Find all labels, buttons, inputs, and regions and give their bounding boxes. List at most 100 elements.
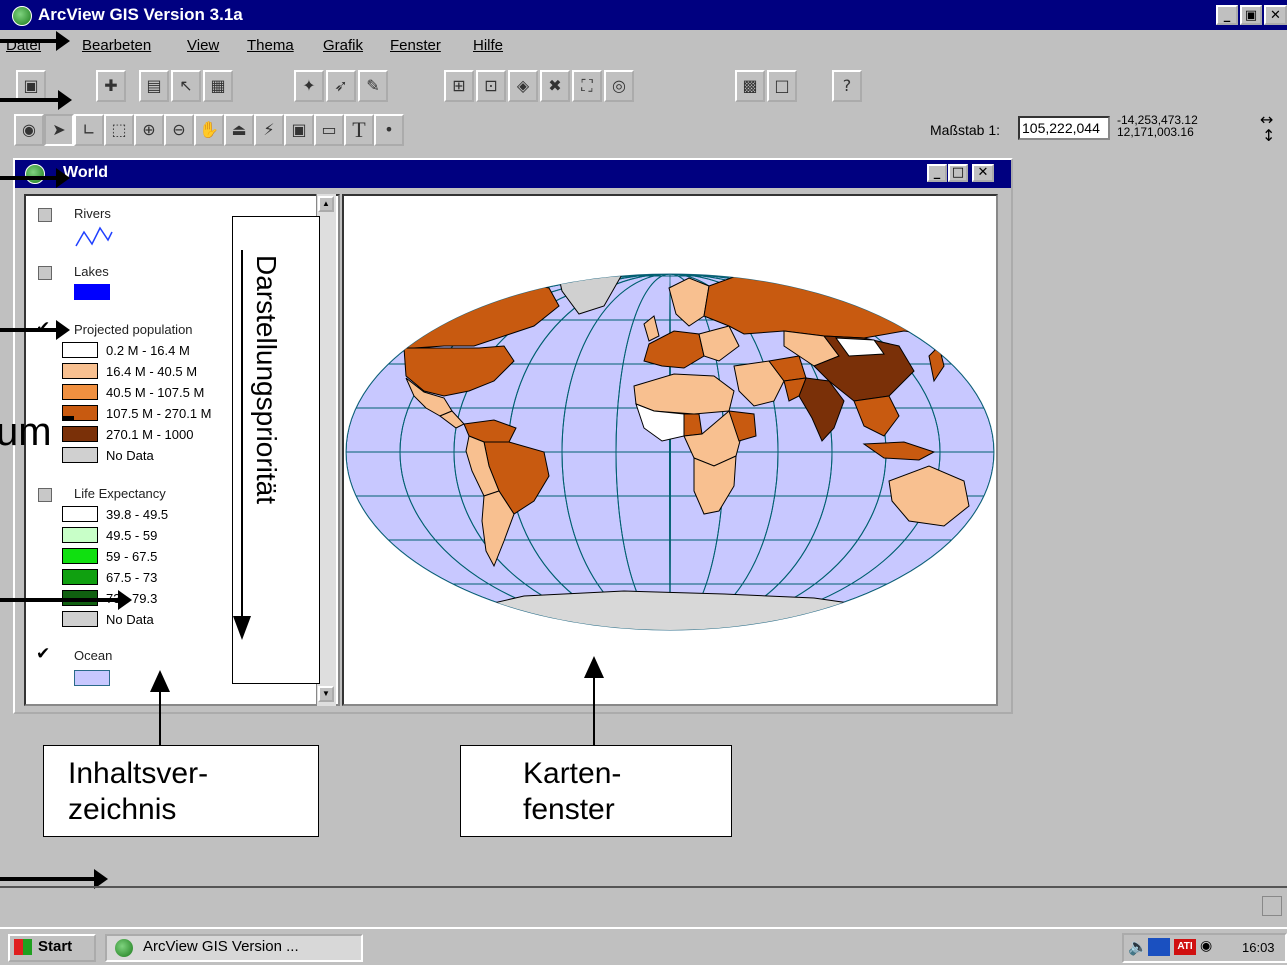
- theme-life-expectancy-label: Life Expectancy: [74, 486, 166, 501]
- select-by-graphic-button[interactable]: ▩: [735, 70, 765, 102]
- display-priority-arrow: [233, 250, 251, 640]
- maximize-button[interactable]: ▣: [1240, 5, 1262, 25]
- start-button[interactable]: Start: [8, 934, 96, 962]
- menu-bearbeiten[interactable]: Bearbeten: [82, 37, 151, 54]
- zoom-in-fixed-button[interactable]: ✖: [540, 70, 570, 102]
- legend-swatch: [62, 569, 98, 585]
- zoom-out-fixed-button[interactable]: ⛶: [572, 70, 602, 102]
- minimize-button[interactable]: _: [1216, 5, 1238, 25]
- legend-swatch: [62, 363, 98, 379]
- theme-lakes-label: Lakes: [74, 264, 109, 279]
- edit-legend-button[interactable]: ↖: [171, 70, 201, 102]
- scale-input[interactable]: 105,222,044: [1018, 116, 1110, 140]
- legend-class-label: No Data: [106, 448, 154, 463]
- pointer-arrow-menubar: [0, 31, 70, 51]
- pan-tool[interactable]: ✋: [194, 114, 224, 146]
- scroll-down-button[interactable]: ▼: [318, 686, 334, 702]
- ati-icon[interactable]: ATI: [1174, 939, 1196, 955]
- query-builder-button[interactable]: ✎: [358, 70, 388, 102]
- lakes-swatch: [74, 284, 110, 300]
- text-tool[interactable]: T: [344, 114, 374, 146]
- menu-hilfe[interactable]: Hilfe: [473, 37, 503, 54]
- arcview-taskbar-icon: [115, 939, 133, 957]
- truncated-annotation-leader: [62, 416, 74, 420]
- menu-fenster[interactable]: Fenster: [390, 37, 441, 54]
- theme-life-expectancy-checkbox[interactable]: [38, 488, 52, 502]
- speaker-icon[interactable]: 🔈: [1128, 937, 1148, 956]
- windows-taskbar: Start ArcView GIS Version ... 🔈 ATI ◉ 16…: [0, 927, 1287, 965]
- legend-class-label: 0.2 M - 16.4 M: [106, 343, 190, 358]
- menu-thema[interactable]: Thema: [247, 37, 294, 54]
- select-feature-tool[interactable]: ⬚: [104, 114, 134, 146]
- theme-properties-button[interactable]: ▤: [139, 70, 169, 102]
- find-button[interactable]: ✦: [294, 70, 324, 102]
- view-close-button[interactable]: ✕: [972, 164, 994, 182]
- zoom-selected-button[interactable]: ◈: [508, 70, 538, 102]
- display-icon[interactable]: [1148, 938, 1170, 956]
- scale-label: Maßstab 1:: [930, 122, 1001, 138]
- theme-rivers-label: Rivers: [74, 206, 111, 221]
- menu-view[interactable]: View: [187, 37, 219, 54]
- legend-swatch: [62, 611, 98, 627]
- network-icon[interactable]: ◉: [1200, 938, 1212, 954]
- measure-tool[interactable]: ⏏: [224, 114, 254, 146]
- draw-point-tool[interactable]: •: [374, 114, 404, 146]
- legend-swatch: [62, 506, 98, 522]
- label-tool[interactable]: ▭: [314, 114, 344, 146]
- resize-grip-icon[interactable]: [1262, 896, 1282, 916]
- locate-address-button[interactable]: ➶: [326, 70, 356, 102]
- pointer-arrow-buttonbar: [0, 90, 72, 110]
- vertical-arrows-icon: ↕: [1262, 126, 1276, 145]
- open-table-button[interactable]: ▦: [203, 70, 233, 102]
- view-maximize-button[interactable]: □: [948, 164, 968, 182]
- view-globe-icon: [25, 164, 45, 184]
- zoom-in-tool[interactable]: ⊕: [134, 114, 164, 146]
- zoom-active-button[interactable]: ⊡: [476, 70, 506, 102]
- start-label: Start: [38, 938, 73, 955]
- taskbar-arcview-item[interactable]: ArcView GIS Version ...: [105, 934, 363, 962]
- help-button[interactable]: ?: [832, 70, 862, 102]
- toc-callout-arrowhead: [150, 670, 170, 692]
- theme-rivers-checkbox[interactable]: [38, 208, 52, 222]
- map-window[interactable]: [342, 194, 998, 706]
- button-bar: ▣ ✚ ▤ ↖ ▦ ✦ ➶ ✎ ⊞ ⊡ ◈ ✖ ⛶ ◎ ▩ □ ?: [0, 64, 1287, 106]
- legend-class-label: No Data: [106, 612, 154, 627]
- zoom-out-tool[interactable]: ⊖: [164, 114, 194, 146]
- app-title: ArcView GIS Version 3.1a: [38, 5, 243, 24]
- pointer-arrow-theme: [0, 320, 70, 340]
- world-map[interactable]: [344, 196, 996, 704]
- add-theme-button[interactable]: ✚: [96, 70, 126, 102]
- nigeria[interactable]: [683, 413, 703, 437]
- legend-class-label: 16.4 M - 40.5 M: [106, 364, 198, 379]
- clear-selection-button[interactable]: □: [767, 70, 797, 102]
- legend-class-label: 67.5 - 73: [106, 570, 158, 585]
- identify-tool[interactable]: ◉: [14, 114, 44, 146]
- map-callout-line: [593, 678, 595, 745]
- toc-callout-box: Inhaltsver- zeichnis: [43, 745, 319, 837]
- close-button[interactable]: ✕: [1264, 5, 1287, 25]
- zoom-full-extent-button[interactable]: ⊞: [444, 70, 474, 102]
- theme-lakes-checkbox[interactable]: [38, 266, 52, 280]
- area-of-interest-tool[interactable]: ▣: [284, 114, 314, 146]
- scroll-up-button[interactable]: ▲: [318, 196, 334, 212]
- pointer-arrow-view: [0, 168, 70, 188]
- pointer-arrow-statusbar: [0, 869, 108, 889]
- legend-class-label: 39.8 - 49.5: [106, 507, 169, 522]
- legend-swatch: [62, 384, 98, 400]
- pointer-tool[interactable]: ➤: [44, 114, 74, 146]
- zoom-previous-button[interactable]: ◎: [604, 70, 634, 102]
- legend-class-label: 40.5 M - 107.5 M: [106, 385, 205, 400]
- legend-swatch: [62, 527, 98, 543]
- ocean-swatch: [74, 670, 110, 686]
- russia[interactable]: [703, 256, 985, 339]
- truncated-annotation-text: um: [0, 410, 52, 454]
- menu-grafik[interactable]: Grafik: [323, 37, 363, 54]
- theme-ocean-checkbox[interactable]: [36, 644, 52, 664]
- toc-callout-line: [159, 690, 161, 745]
- vertex-edit-tool[interactable]: ∟: [74, 114, 104, 146]
- hotlink-tool[interactable]: ⚡: [254, 114, 284, 146]
- coord-y: 12,171,003.16: [1117, 125, 1194, 139]
- meridian-line: [669, 274, 671, 630]
- view-minimize-button[interactable]: _: [927, 164, 947, 182]
- view-titlebar: World _ □ ✕: [15, 160, 1011, 188]
